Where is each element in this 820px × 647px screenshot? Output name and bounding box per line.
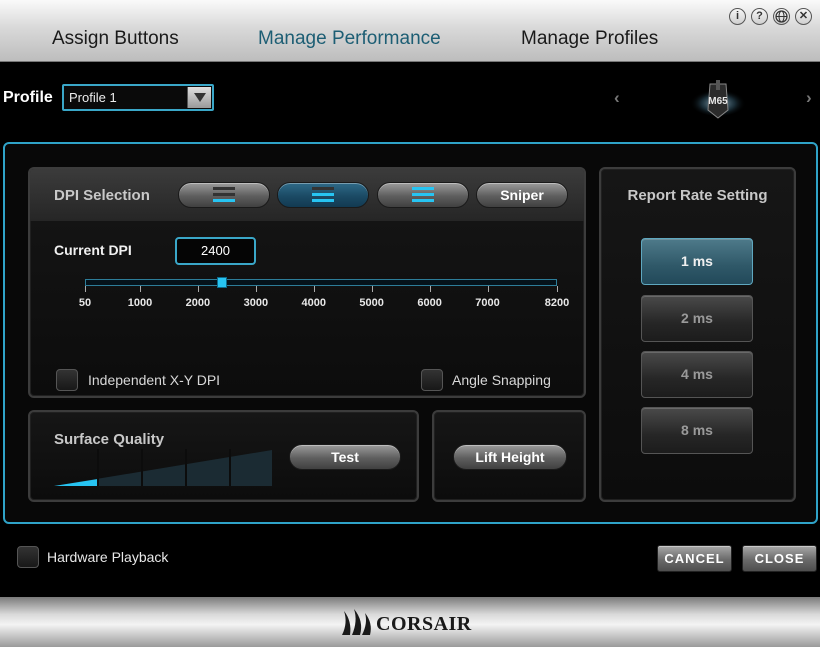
- dpi-tick-label: 6000: [417, 297, 442, 309]
- dpi-tick-mark: [255, 286, 257, 292]
- dpi-stage-3-button[interactable]: [377, 182, 469, 208]
- independent-xy-dpi-label: Independent X-Y DPI: [88, 372, 221, 388]
- next-device-arrow-icon[interactable]: ›: [806, 88, 812, 108]
- dpi-selection-title: DPI Selection: [54, 187, 150, 204]
- tab-assign-buttons[interactable]: Assign Buttons: [52, 28, 179, 50]
- close-icon[interactable]: ✕: [795, 8, 812, 25]
- current-dpi-label: Current DPI: [54, 242, 132, 258]
- dpi-stage-1-button[interactable]: [178, 182, 270, 208]
- top-tab-bar: Assign Buttons Manage Performance Manage…: [0, 0, 820, 62]
- report-rate-panel: Report Rate Setting 1 ms 2 ms 4 ms 8 ms: [599, 167, 796, 502]
- performance-panel: DPI Selection Sniper Current DPI 2400 50…: [3, 142, 818, 524]
- dpi-tick-mark: [313, 286, 315, 292]
- dpi-slider-thumb[interactable]: [217, 277, 228, 288]
- dpi-stage-2-icon: [312, 187, 334, 205]
- tab-manage-performance[interactable]: Manage Performance: [258, 28, 441, 50]
- angle-snapping-label: Angle Snapping: [452, 372, 551, 388]
- current-dpi-field[interactable]: 2400: [175, 237, 256, 265]
- profile-label: Profile: [3, 89, 53, 106]
- dpi-tick-mark: [85, 286, 86, 292]
- surface-quality-meter: [54, 449, 272, 486]
- report-rate-title: Report Rate Setting: [627, 187, 768, 204]
- dpi-slider[interactable]: [85, 277, 557, 288]
- dpi-stage-1-icon: [213, 187, 235, 205]
- corsair-wordmark: CORSAIR: [376, 613, 472, 635]
- report-rate-1ms-button[interactable]: 1 ms: [641, 238, 753, 285]
- dpi-tick-mark: [429, 286, 431, 292]
- profile-dropdown[interactable]: Profile 1: [62, 84, 214, 111]
- dpi-stage-3-icon: [412, 187, 434, 205]
- angle-snapping-checkbox[interactable]: [421, 369, 443, 391]
- globe-icon[interactable]: [773, 8, 790, 25]
- corsair-sails-logo-icon: [342, 609, 371, 635]
- lift-height-button[interactable]: Lift Height: [453, 444, 567, 470]
- profile-dropdown-value: Profile 1: [69, 90, 117, 105]
- dpi-tick-mark: [487, 286, 489, 292]
- tab-manage-profiles[interactable]: Manage Profiles: [521, 28, 658, 50]
- report-rate-8ms-button[interactable]: 8 ms: [641, 407, 753, 454]
- dpi-panel: DPI Selection Sniper Current DPI 2400 50…: [28, 167, 586, 398]
- previous-device-arrow-icon[interactable]: ‹: [614, 88, 620, 108]
- dpi-tick-label: 4000: [301, 297, 326, 309]
- info-icon[interactable]: i: [729, 8, 746, 25]
- dpi-tick-mark: [140, 286, 142, 292]
- surface-quality-title: Surface Quality: [54, 431, 165, 448]
- sniper-button[interactable]: Sniper: [476, 182, 568, 208]
- dpi-tick-mark: [197, 286, 199, 292]
- surface-quality-panel: Surface Quality Test: [28, 410, 419, 502]
- dpi-tick-label: 8200: [544, 297, 570, 309]
- footer-bar: CORSAIR: [0, 597, 820, 647]
- report-rate-4ms-button[interactable]: 4 ms: [641, 351, 753, 398]
- independent-xy-dpi-checkbox[interactable]: [56, 369, 78, 391]
- dpi-tick-label: 5000: [359, 297, 384, 309]
- device-mouse-icon: M65: [688, 74, 748, 122]
- lift-height-panel: Lift Height: [432, 410, 586, 502]
- dpi-tick-label: 1000: [127, 297, 153, 309]
- dpi-tick-label: 2000: [185, 297, 211, 309]
- dpi-tick-label: 7000: [475, 297, 500, 309]
- help-icon[interactable]: ?: [751, 8, 768, 25]
- report-rate-2ms-button[interactable]: 2 ms: [641, 295, 753, 342]
- dpi-stage-2-button[interactable]: [277, 182, 369, 208]
- dpi-tick-label: 3000: [243, 297, 269, 309]
- hardware-playback-checkbox[interactable]: [17, 546, 39, 568]
- hardware-playback-label: Hardware Playback: [47, 549, 169, 565]
- dpi-tick-mark: [557, 286, 558, 292]
- surface-test-button[interactable]: Test: [289, 444, 401, 470]
- dpi-tick-label: 50: [78, 297, 92, 309]
- cancel-button[interactable]: CANCEL: [657, 545, 732, 572]
- device-name: M65: [708, 96, 728, 107]
- close-button[interactable]: CLOSE: [742, 545, 817, 572]
- chevron-down-icon[interactable]: [187, 87, 211, 108]
- dpi-tick-mark: [371, 286, 373, 292]
